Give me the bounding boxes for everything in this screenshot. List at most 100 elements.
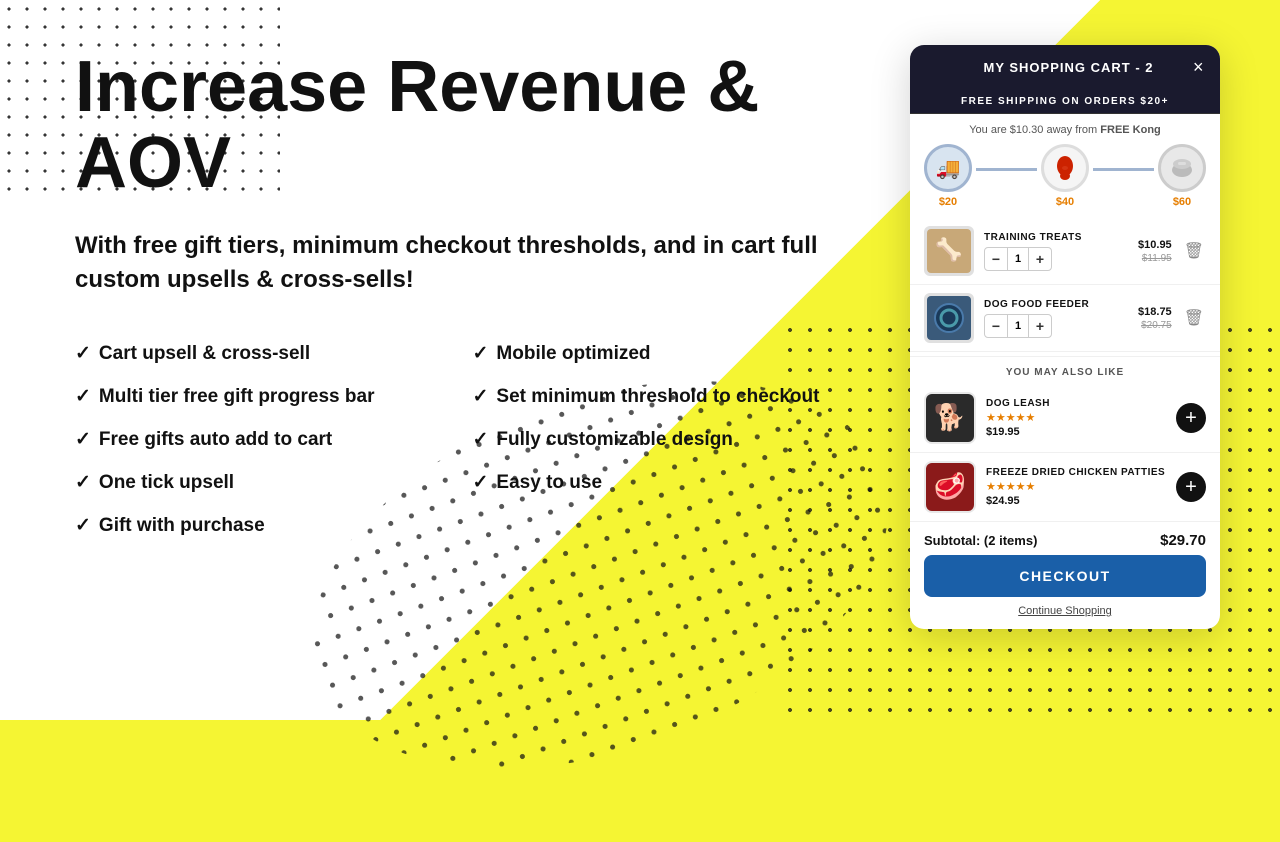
close-icon[interactable]: ×: [1193, 57, 1204, 78]
checkmark-icon: ✓: [75, 514, 91, 537]
recommendation-item: 🥩 FREEZE DRIED CHICKEN PATTIES ★★★★★ $24…: [910, 453, 1220, 522]
rec-image: 🥩: [924, 461, 976, 513]
price-original: $20.75: [1141, 320, 1172, 331]
svg-text:🦴: 🦴: [935, 236, 962, 262]
checkmark-icon: ✓: [75, 428, 91, 451]
progress-tiers: 🚚 $20 $40 $60: [924, 144, 1206, 208]
cart-item: 🦴 TRAINING TREATS − 1 + $10.95 $11.95 🗑: [910, 218, 1220, 285]
tier-label: $60: [1173, 196, 1191, 208]
tier-connector: [1093, 168, 1154, 171]
feature-label: Easy to use: [496, 472, 602, 494]
feature-item: ✓ Set minimum threshold to checkout: [473, 375, 871, 418]
feature-item: ✓ Multi tier free gift progress bar: [75, 375, 473, 418]
subtotal-label: Subtotal: (2 items): [924, 533, 1037, 548]
rec-price: $19.95: [986, 426, 1166, 438]
qty-control: − 1 +: [984, 247, 1052, 271]
features-col2: ✓ Mobile optimized ✓ Set minimum thresho…: [473, 332, 871, 547]
progress-section: You are $10.30 away from FREE Kong 🚚 $20…: [910, 114, 1220, 214]
features-grid: ✓ Cart upsell & cross-sell ✓ Multi tier …: [75, 332, 870, 547]
checkout-button[interactable]: CHECKOUT: [924, 555, 1206, 597]
feature-label: Multi tier free gift progress bar: [99, 386, 375, 408]
tier-item: 🚚 $20: [924, 144, 972, 208]
item-price: $10.95 $11.95: [1138, 239, 1172, 264]
cart-subtotal: Subtotal: (2 items) $29.70: [910, 522, 1220, 555]
qty-increase-button[interactable]: +: [1029, 248, 1051, 270]
features-col1: ✓ Cart upsell & cross-sell ✓ Multi tier …: [75, 332, 473, 547]
feature-item: ✓ Fully customizable design: [473, 418, 871, 461]
feature-label: Gift with purchase: [99, 515, 265, 537]
subtotal-amount: $29.70: [1160, 532, 1206, 549]
left-panel: Increase Revenue & AOV With free gift ti…: [75, 40, 910, 547]
tier-circle-shipping: 🚚: [924, 144, 972, 192]
continue-shopping-link[interactable]: Continue Shopping: [910, 605, 1220, 629]
rec-name: DOG LEASH: [986, 398, 1166, 409]
checkmark-icon: ✓: [473, 471, 489, 494]
cart-widget: MY SHOPPING CART - 2 × FREE SHIPPING ON …: [910, 45, 1220, 629]
you-may-like-heading: YOU MAY ALSO LIKE: [910, 356, 1220, 384]
feature-label: Fully customizable design: [496, 429, 733, 451]
subtitle: With free gift tiers, minimum checkout t…: [75, 229, 870, 296]
cart-header: MY SHOPPING CART - 2 ×: [910, 45, 1220, 90]
item-name: DOG FOOD FEEDER: [984, 299, 1128, 310]
svg-text:🥩: 🥩: [934, 471, 966, 502]
rec-info: DOG LEASH ★★★★★ $19.95: [986, 398, 1166, 438]
checkmark-icon: ✓: [75, 342, 91, 365]
recommendation-item: 🐕 DOG LEASH ★★★★★ $19.95 +: [910, 384, 1220, 453]
feature-item: ✓ Easy to use: [473, 461, 871, 504]
qty-value: 1: [1007, 248, 1029, 270]
item-name: TRAINING TREATS: [984, 232, 1128, 243]
item-image: [924, 293, 974, 343]
item-image: 🦴: [924, 226, 974, 276]
qty-value: 1: [1007, 315, 1029, 337]
price-sale: $10.95: [1138, 239, 1172, 251]
tier-item: $40: [1041, 144, 1089, 208]
rec-stars: ★★★★★: [986, 480, 1166, 493]
tier-circle-bowl: [1158, 144, 1206, 192]
checkmark-icon: ✓: [75, 385, 91, 408]
tier-label: $40: [1056, 196, 1074, 208]
tier-item: $60: [1158, 144, 1206, 208]
cart-title: MY SHOPPING CART - 2: [983, 60, 1153, 75]
tier-label: $20: [939, 196, 957, 208]
add-to-cart-button[interactable]: +: [1176, 403, 1206, 433]
feature-item: ✓ Free gifts auto add to cart: [75, 418, 473, 461]
qty-decrease-button[interactable]: −: [985, 248, 1007, 270]
checkmark-icon: ✓: [473, 428, 489, 451]
checkmark-icon: ✓: [473, 342, 489, 365]
qty-decrease-button[interactable]: −: [985, 315, 1007, 337]
cart-item: DOG FOOD FEEDER − 1 + $18.75 $20.75 🗑: [910, 285, 1220, 352]
checkmark-icon: ✓: [473, 385, 489, 408]
delete-item-button[interactable]: 🗑: [1182, 308, 1206, 328]
svg-text:🐕: 🐕: [934, 402, 966, 432]
tier-connector: [976, 168, 1037, 171]
feature-item: ✓ Mobile optimized: [473, 332, 871, 375]
price-sale: $18.75: [1138, 306, 1172, 318]
add-to-cart-button[interactable]: +: [1176, 472, 1206, 502]
feature-item: ✓ Gift with purchase: [75, 504, 473, 547]
price-original: $11.95: [1142, 253, 1172, 264]
feature-label: Cart upsell & cross-sell: [99, 343, 310, 365]
checkmark-icon: ✓: [75, 471, 91, 494]
cart-items: 🦴 TRAINING TREATS − 1 + $10.95 $11.95 🗑: [910, 214, 1220, 356]
tier-circle-kong: [1041, 144, 1089, 192]
main-title: Increase Revenue & AOV: [75, 50, 870, 201]
rec-image: 🐕: [924, 392, 976, 444]
feature-label: Mobile optimized: [496, 343, 650, 365]
qty-control: − 1 +: [984, 314, 1052, 338]
delete-item-button[interactable]: 🗑: [1182, 241, 1206, 261]
qty-increase-button[interactable]: +: [1029, 315, 1051, 337]
rec-info: FREEZE DRIED CHICKEN PATTIES ★★★★★ $24.9…: [986, 467, 1166, 507]
feature-item: ✓ Cart upsell & cross-sell: [75, 332, 473, 375]
item-info: DOG FOOD FEEDER − 1 +: [984, 299, 1128, 338]
feature-label: Free gifts auto add to cart: [99, 429, 332, 451]
rec-price: $24.95: [986, 495, 1166, 507]
rec-name: FREEZE DRIED CHICKEN PATTIES: [986, 467, 1166, 478]
feature-item: ✓ One tick upsell: [75, 461, 473, 504]
progress-text: You are $10.30 away from FREE Kong: [924, 124, 1206, 136]
item-price: $18.75 $20.75: [1138, 306, 1172, 331]
item-info: TRAINING TREATS − 1 +: [984, 232, 1128, 271]
feature-label: One tick upsell: [99, 472, 234, 494]
rec-stars: ★★★★★: [986, 411, 1166, 424]
free-shipping-bar: FREE SHIPPING ON ORDERS $20+: [910, 90, 1220, 114]
feature-label: Set minimum threshold to checkout: [496, 386, 819, 408]
